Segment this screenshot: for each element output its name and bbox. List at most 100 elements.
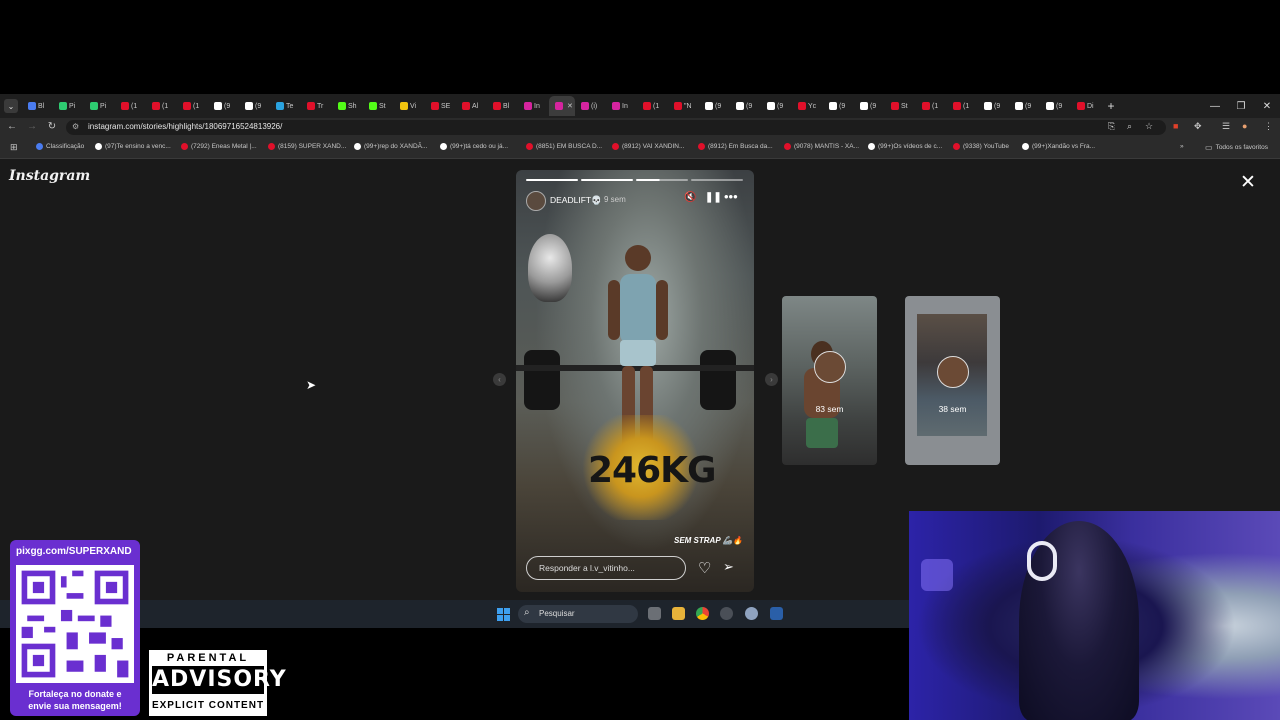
extension-icon[interactable]: ■	[1173, 121, 1178, 131]
install-app-icon[interactable]: ⎘	[1108, 121, 1115, 132]
browser-tab[interactable]: Sh	[332, 96, 363, 116]
browser-tab[interactable]: (9	[699, 96, 730, 116]
forward-button[interactable]: →	[25, 121, 39, 132]
profile-avatar-icon[interactable]: ●	[1242, 121, 1247, 131]
address-bar[interactable]: ⚙ instagram.com/stories/highlights/18069…	[66, 120, 1166, 135]
bookmark-item[interactable]: (99+)Xandão vs Fra...	[1022, 143, 1095, 150]
browser-tab[interactable]: (9	[761, 96, 792, 116]
more-options-icon[interactable]: •••	[724, 189, 738, 204]
tab-close-icon[interactable]: ✕	[567, 102, 573, 110]
browser-tab[interactable]: Pi	[53, 96, 84, 116]
browser-tab[interactable]: (1	[177, 96, 208, 116]
heart-like-icon[interactable]: ♡	[698, 559, 711, 577]
bookmark-star-icon[interactable]: ☆	[1145, 121, 1153, 132]
file-explorer-icon[interactable]	[672, 607, 685, 620]
story-card[interactable]: DEADLIFT💀 9 sem 🔇 ❚❚ ••• 246KG SEM STRAP…	[516, 170, 754, 592]
new-tab-button[interactable]: +	[1102, 99, 1120, 113]
browser-tab[interactable]: Vi	[394, 96, 425, 116]
reading-list-icon[interactable]: ☰	[1222, 121, 1230, 132]
bookmark-item[interactable]: (7292) Eneas Metal |...	[181, 143, 257, 150]
browser-tab[interactable]: (9	[239, 96, 270, 116]
bookmark-item[interactable]: (9078) MANTIS - XA...	[784, 143, 859, 150]
task-view-icon[interactable]	[648, 607, 661, 620]
browser-tab[interactable]: (9	[1040, 96, 1071, 116]
browser-tab[interactable]: Bl	[22, 96, 53, 116]
browser-tab[interactable]: ✕	[549, 96, 575, 116]
next-story-chevron-icon[interactable]: ›	[765, 373, 778, 386]
browser-tab[interactable]: In	[518, 96, 549, 116]
next-story-thumbnail[interactable]: 38 sem	[905, 296, 1000, 465]
browser-tab[interactable]: (1	[115, 96, 146, 116]
next-story-thumbnail[interactable]: 83 sem	[782, 296, 877, 465]
app-icon[interactable]	[720, 607, 733, 620]
browser-tab[interactable]: SE	[425, 96, 456, 116]
window-close-button[interactable]: ✕	[1254, 101, 1280, 112]
tab-title: (1	[653, 102, 660, 110]
browser-tab[interactable]: "N	[668, 96, 699, 116]
browser-tab[interactable]: (9	[730, 96, 761, 116]
instagram-logo[interactable]: Instagram	[9, 168, 90, 184]
chrome-icon[interactable]	[696, 607, 709, 620]
settings-icon[interactable]	[745, 607, 758, 620]
browser-tab[interactable]: Pi	[84, 96, 115, 116]
browser-tab[interactable]: Bl	[487, 96, 518, 116]
extensions-puzzle-icon[interactable]: ✥	[1194, 121, 1202, 132]
story-avatar[interactable]	[526, 191, 546, 211]
story-reply-input[interactable]	[526, 556, 686, 580]
url-text[interactable]: instagram.com/stories/highlights/1806971…	[88, 122, 282, 131]
steam-icon[interactable]	[770, 607, 783, 620]
browser-tab[interactable]: (9	[1009, 96, 1040, 116]
taskbar-search[interactable]: ⌕ Pesquisar	[518, 605, 638, 623]
browser-tab[interactable]: (9	[823, 96, 854, 116]
minimize-button[interactable]: —	[1202, 101, 1228, 112]
bookmark-item[interactable]: (99+)tá cedo ou já...	[440, 143, 508, 150]
windows-start-icon[interactable]	[497, 608, 510, 621]
wolf-logo-icon	[921, 559, 953, 591]
zoom-icon[interactable]: ⌕	[1127, 121, 1132, 132]
browser-tab[interactable]: (i)	[575, 96, 606, 116]
browser-tab[interactable]: (1	[146, 96, 177, 116]
tab-favicon-icon	[798, 102, 806, 110]
bookmark-item[interactable]: (9338) YouTube	[953, 143, 1009, 150]
browser-tab[interactable]: St	[363, 96, 394, 116]
bookmark-item[interactable]: Classificação	[36, 143, 84, 150]
bookmark-item[interactable]: (8912) Em Busca da...	[698, 143, 773, 150]
back-button[interactable]: ←	[5, 121, 19, 132]
send-paper-plane-icon[interactable]: ➢	[723, 559, 734, 575]
browser-tab[interactable]: (1	[947, 96, 978, 116]
tab-favicon-icon	[1015, 102, 1023, 110]
restore-button[interactable]: ❐	[1228, 101, 1254, 112]
bookmarks-overflow-button[interactable]: »	[1180, 143, 1184, 150]
all-favorites-folder[interactable]: ▭ Todos os favoritos	[1205, 143, 1268, 152]
previous-story-chevron-icon[interactable]: ‹	[493, 373, 506, 386]
tab-favicon-icon	[59, 102, 67, 110]
close-story-icon[interactable]: ✕	[1240, 171, 1256, 194]
story-username[interactable]: DEADLIFT💀	[550, 195, 602, 206]
browser-tab[interactable]: (1	[916, 96, 947, 116]
browser-tab[interactable]: In	[606, 96, 637, 116]
browser-tab[interactable]: (1	[637, 96, 668, 116]
reload-button[interactable]: ↻	[45, 121, 59, 132]
bookmark-item[interactable]: (8851) EM BUSCA D...	[526, 143, 602, 150]
browser-tab[interactable]: Tr	[301, 96, 332, 116]
muted-speaker-icon[interactable]: 🔇	[684, 192, 696, 203]
browser-tab[interactable]: Yc	[792, 96, 823, 116]
bookmark-item[interactable]: (8912) VAI XANDIN...	[612, 143, 684, 150]
site-info-icon[interactable]: ⚙	[72, 122, 79, 131]
browser-tab[interactable]: (9	[854, 96, 885, 116]
browser-tab[interactable]: Di	[1071, 96, 1102, 116]
browser-tab[interactable]: Te	[270, 96, 301, 116]
browser-tab[interactable]: (9	[208, 96, 239, 116]
bookmark-item[interactable]: (99+)rep do XANDÃ...	[354, 143, 427, 150]
tab-title: In	[622, 102, 628, 110]
pause-icon[interactable]: ❚❚	[705, 192, 722, 203]
bookmark-item[interactable]: (99+)Os vídeos de c...	[868, 143, 942, 150]
bookmark-item[interactable]: (8159) SUPER XAND...	[268, 143, 346, 150]
browser-menu-icon[interactable]: ⋮	[1264, 121, 1273, 132]
tab-search-button[interactable]: ⌄	[4, 99, 18, 113]
apps-grid-icon[interactable]: ⊞	[10, 142, 18, 153]
bookmark-item[interactable]: (97)Te ensino a venc...	[95, 143, 171, 150]
browser-tab[interactable]: Al	[456, 96, 487, 116]
browser-tab[interactable]: (9	[978, 96, 1009, 116]
browser-tab[interactable]: St	[885, 96, 916, 116]
